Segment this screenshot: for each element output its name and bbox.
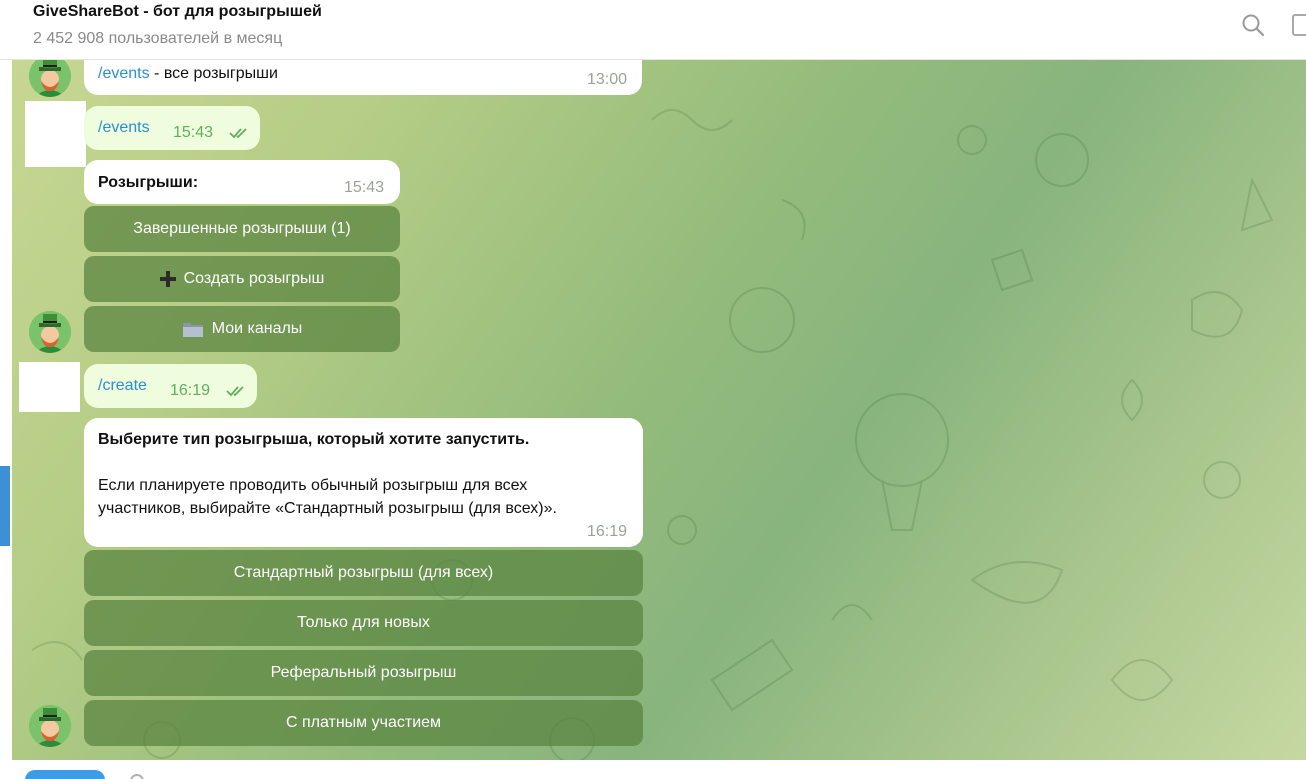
message-text: /events - все розыгрыши — [98, 65, 278, 83]
message-time: 16:19 — [170, 382, 211, 399]
button-label: Стандартный розыгрыш (для всех) — [233, 564, 494, 581]
start-button[interactable] — [25, 770, 105, 779]
button-label: Только для новых — [297, 614, 430, 631]
chat-header: GiveShareBot - бот для розыгрышей 2 452 … — [0, 0, 1306, 60]
message-title: Розыгрыши: — [98, 174, 199, 191]
message-body-line: Если планируете проводить обычный розыгр… — [98, 477, 528, 494]
message-bubble-outgoing-create: /create 16:19 — [84, 364, 257, 408]
search-icon[interactable] — [1240, 12, 1266, 38]
emoji-icon[interactable] — [130, 774, 144, 779]
message-body-line: участников, выбирайте «Стандартный розыг… — [98, 500, 557, 517]
bot-avatar[interactable] — [29, 311, 71, 353]
referral-giveaway-button[interactable]: Реферальный розыгрыш — [84, 650, 643, 696]
command-link-events-outgoing[interactable]: /events — [98, 119, 150, 137]
new-users-only-button[interactable]: Только для новых — [84, 600, 643, 646]
message-time: 15:43 — [173, 124, 214, 141]
user-avatar — [19, 362, 80, 412]
read-checkmarks-icon — [229, 128, 247, 139]
message-title: Выберите тип розыгрыша, который хотите з… — [98, 431, 530, 448]
bot-avatar[interactable] — [29, 705, 71, 747]
left-panel-accent — [0, 466, 10, 546]
message-time: 16:19 — [587, 523, 628, 540]
command-link-create[interactable]: /create — [98, 377, 147, 395]
button-label: Мои каналы — [211, 320, 303, 337]
finished-events-button[interactable]: Завершенные розыгрыши (1) — [84, 206, 400, 252]
left-panel-edge — [0, 60, 12, 760]
message-bubble-events-list: Розыгрыши: 15:43 — [84, 160, 400, 204]
button-label: Реферальный розыгрыш — [270, 664, 457, 681]
telegram-chat-window: GiveShareBot - бот для розыгрышей 2 452 … — [0, 0, 1306, 779]
leprechaun-avatar-icon — [29, 55, 71, 97]
read-checkmarks-icon — [226, 386, 244, 397]
leprechaun-avatar-icon — [29, 705, 71, 747]
user-avatar — [25, 101, 86, 167]
chat-subtitle: 2 452 908 пользователей в месяц — [33, 30, 283, 47]
standard-giveaway-button[interactable]: Стандартный розыгрыш (для всех) — [84, 550, 643, 596]
command-link-events[interactable]: /events — [98, 65, 150, 82]
command-description: - все розыгрыши — [149, 65, 278, 82]
paid-entry-button[interactable]: С платным участием — [84, 700, 643, 746]
chat-title[interactable]: GiveShareBot - бот для розыгрышей — [33, 3, 322, 21]
message-input-bar — [0, 760, 1306, 779]
message-time: 15:43 — [344, 179, 385, 196]
sidebar-toggle-icon[interactable] — [1292, 14, 1306, 36]
leprechaun-avatar-icon — [29, 311, 71, 353]
bot-avatar[interactable] — [29, 55, 71, 97]
folder-icon — [182, 320, 204, 338]
plus-icon — [159, 271, 176, 287]
create-event-button[interactable]: Создать розыгрыш — [84, 256, 400, 302]
message-bubble-outgoing-events: /events 15:43 — [84, 106, 260, 150]
button-label: Создать розыгрыш — [183, 270, 325, 287]
button-label: С платным участием — [285, 714, 442, 731]
message-bubble-choose-type: Выберите тип розыгрыша, который хотите з… — [84, 418, 643, 547]
my-channels-button[interactable]: Мои каналы — [84, 306, 400, 352]
button-label: Завершенные розыгрыши (1) — [133, 220, 351, 237]
message-time: 13:00 — [587, 71, 628, 88]
